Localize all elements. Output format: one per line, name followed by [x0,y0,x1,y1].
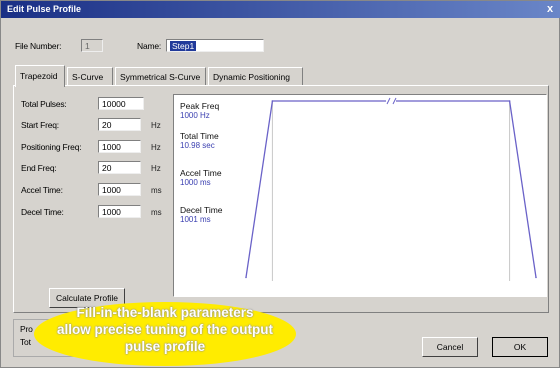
cancel-button[interactable]: Cancel [422,337,478,357]
title-bar: Edit Pulse Profile x [1,1,560,18]
tab-s-curve-label: S-Curve [72,72,104,82]
pulse-profile-chart: Peak Freq 1000 Hz Total Time 10.98 sec A… [173,94,547,297]
edit-pulse-profile-dialog: Edit Pulse Profile x File Number: 1 Name… [0,0,560,368]
total-pulses-label: Total Pulses: [21,99,67,109]
groupbox-line2: Tot [20,337,31,347]
decel-time-value: 1000 [102,207,121,217]
file-number-value: 1 [85,41,90,51]
end-freq-label: End Freq: [21,163,57,173]
decel-time-input[interactable]: 1000 [98,205,141,218]
start-freq-input[interactable]: 20 [98,118,141,131]
tab-dynamic-positioning[interactable]: Dynamic Positioning [208,67,303,85]
profile-plot [245,97,537,281]
accel-time-value: 1000 [102,185,121,195]
total-pulses-value: 10000 [102,99,126,109]
name-input[interactable]: Step1 [166,39,264,52]
name-label: Name: [137,41,162,51]
tab-symmetrical-s-curve-label: Symmetrical S-Curve [120,72,201,82]
ok-button[interactable]: OK [492,337,548,357]
positioning-freq-label: Positioning Freq: [21,142,82,152]
end-freq-unit: Hz [151,164,161,173]
calculate-profile-label: Calculate Profile [56,293,118,303]
start-freq-value: 20 [102,120,112,130]
name-value: Step1 [170,41,197,51]
tab-s-curve[interactable]: S-Curve [67,67,113,85]
tab-trapezoid-label: Trapezoid [20,71,58,81]
file-number-field: 1 [81,39,103,52]
total-pulses-input[interactable]: 10000 [98,97,144,110]
callout-line-3: pulse profile [124,339,206,354]
callout-text: Fill-in-the-blank parameters allow preci… [34,304,296,355]
profile-point-3 [535,276,537,279]
callout-line-2: allow precise tuning of the output [57,322,273,337]
window-title: Edit Pulse Profile [7,4,82,14]
callout-line-1: Fill-in-the-blank parameters [76,305,254,320]
start-freq-label: Start Freq: [21,120,59,130]
cancel-label: Cancel [436,342,464,352]
start-freq-unit: Hz [151,121,161,130]
positioning-freq-input[interactable]: 1000 [98,140,141,153]
file-number-label: File Number: [15,41,62,51]
close-icon[interactable]: x [543,2,557,16]
accel-time-unit: ms [151,186,162,195]
profile-line [245,100,537,278]
decel-time-unit: ms [151,208,162,217]
end-freq-input[interactable]: 20 [98,161,141,174]
profile-point-0 [245,276,247,279]
tab-symmetrical-s-curve[interactable]: Symmetrical S-Curve [115,67,206,85]
profile-point-1 [271,100,274,102]
accel-time-label: Accel Time: [21,185,63,195]
accel-time-input[interactable]: 1000 [98,183,141,196]
end-freq-value: 20 [102,163,112,173]
groupbox-line1: Pro [20,324,33,334]
tab-trapezoid[interactable]: Trapezoid [15,65,65,87]
decel-time-label: Decel Time: [21,207,64,217]
ok-label: OK [513,342,527,352]
profile-point-2 [508,100,511,102]
positioning-freq-unit: Hz [151,143,161,152]
tab-dynamic-positioning-label: Dynamic Positioning [213,72,291,82]
positioning-freq-value: 1000 [102,142,121,152]
